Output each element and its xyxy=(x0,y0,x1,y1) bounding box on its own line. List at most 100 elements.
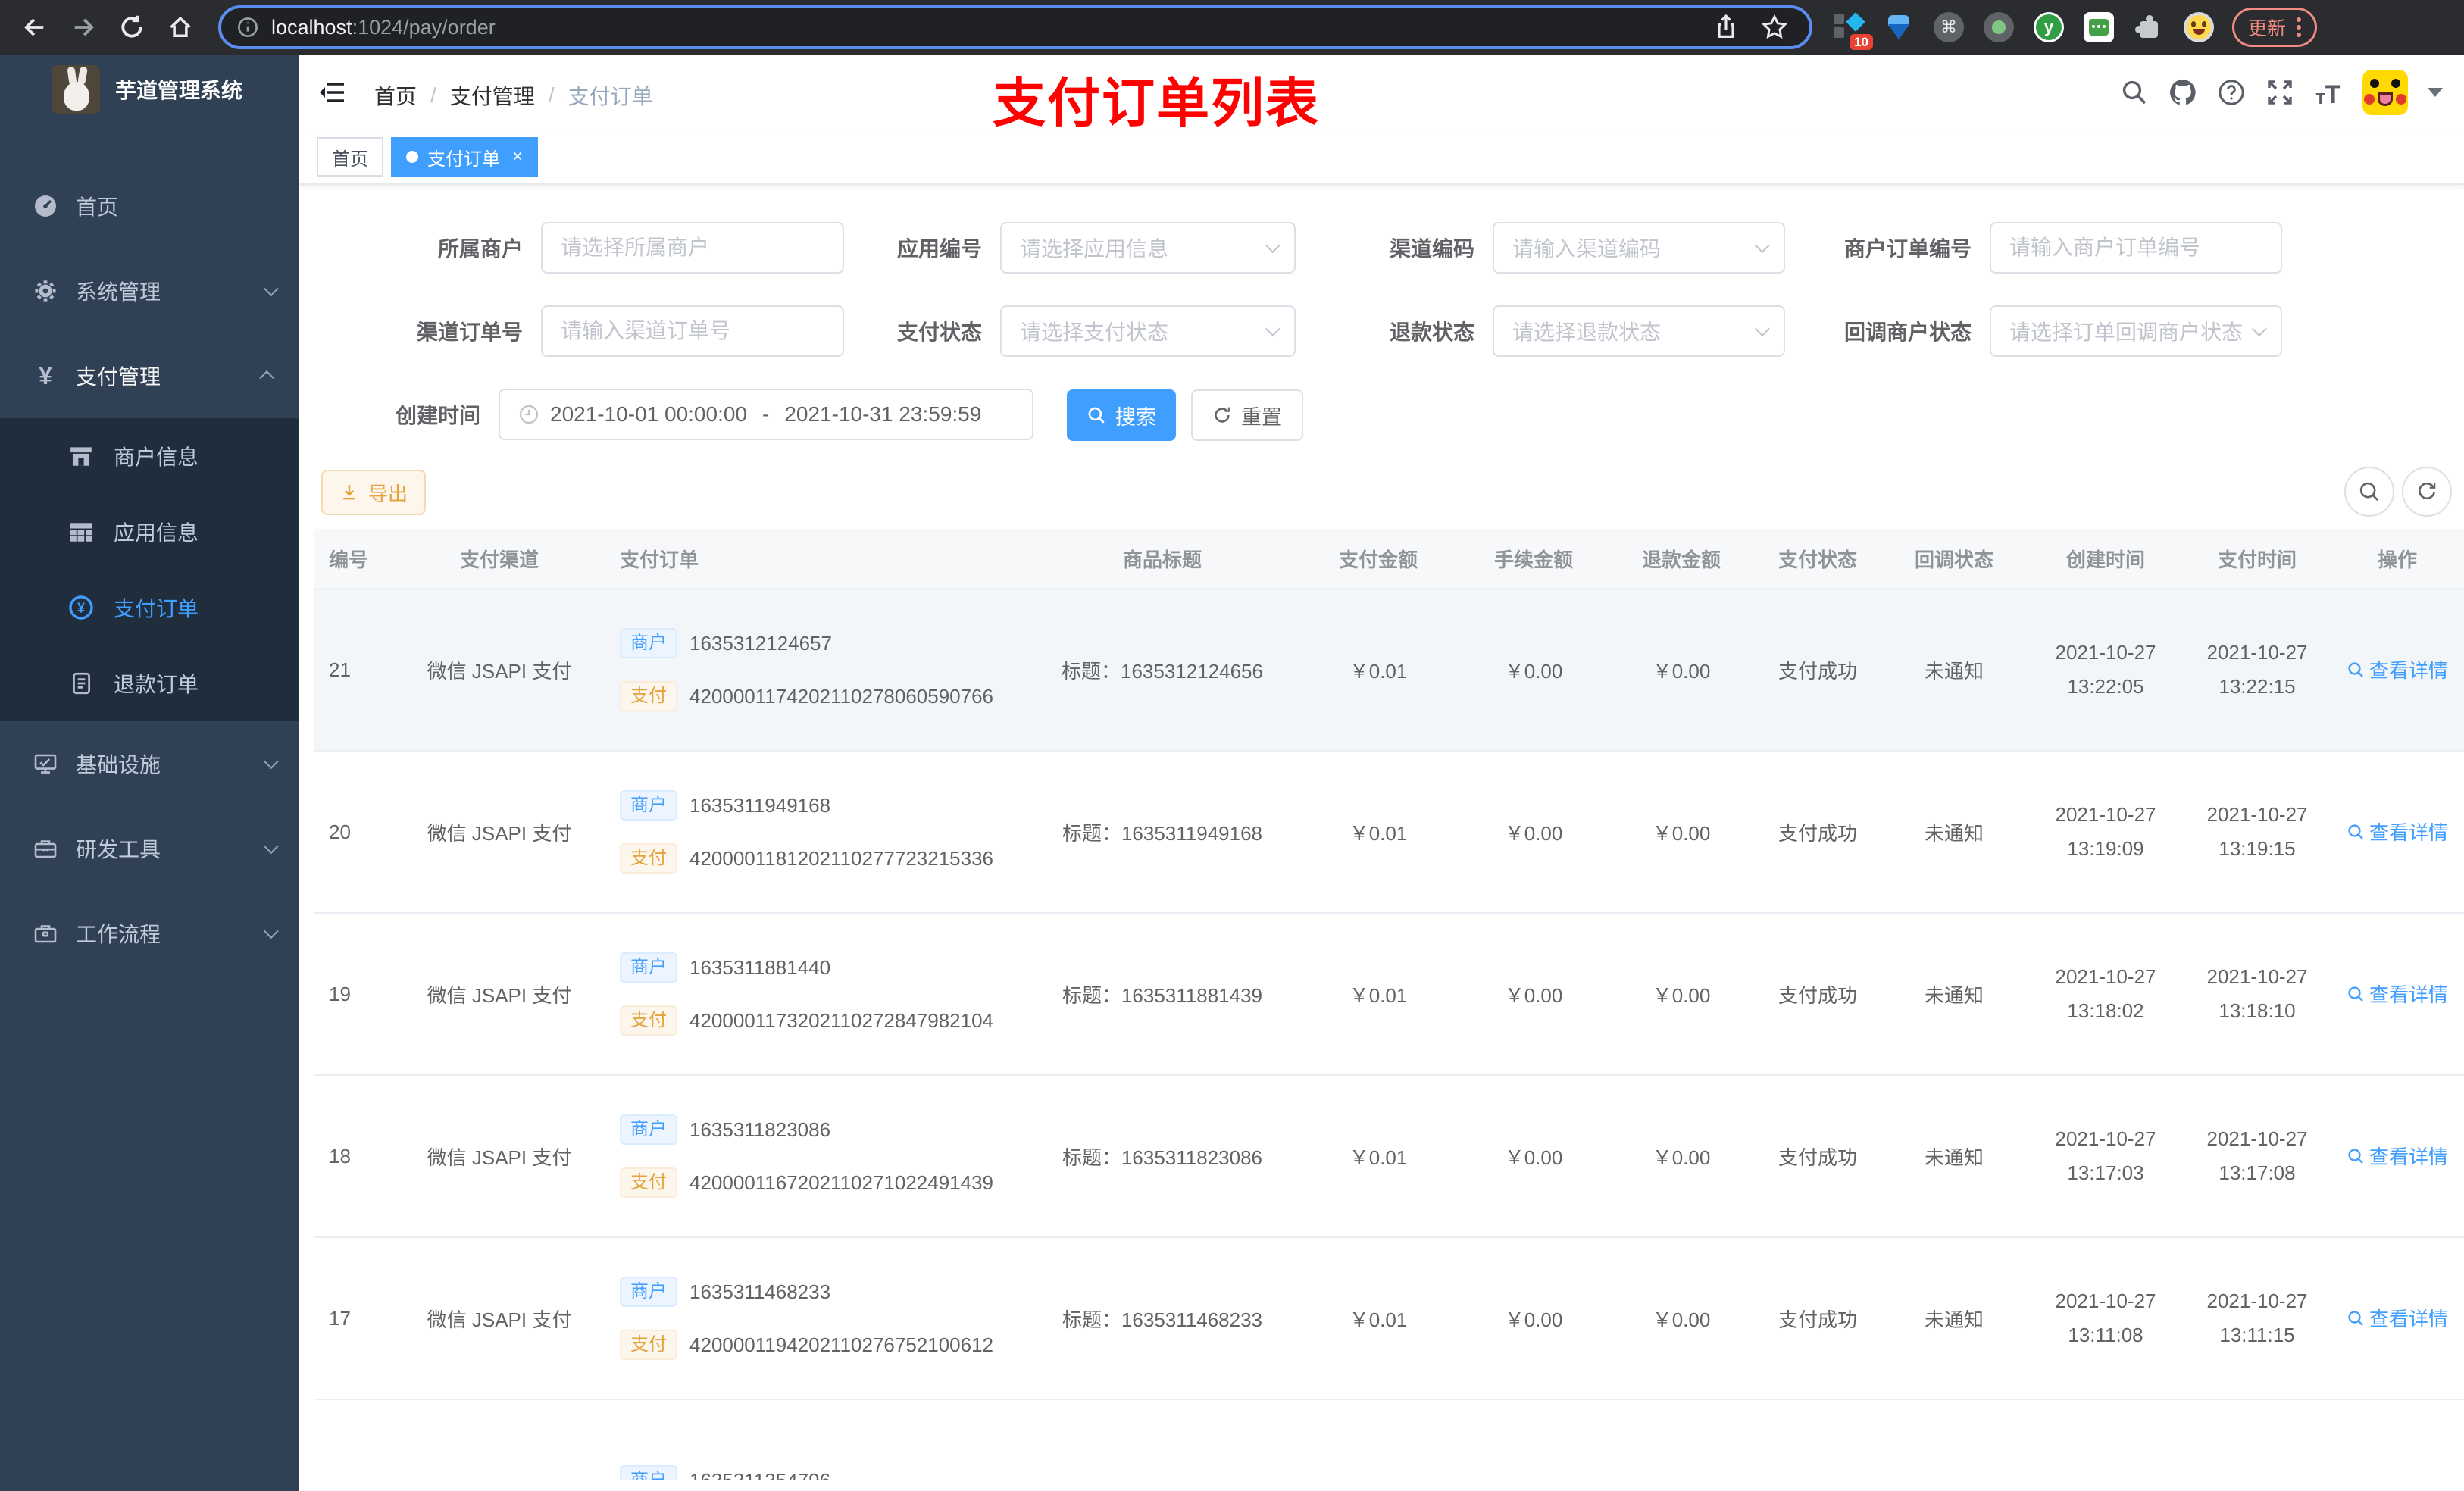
create-time-range-picker[interactable]: 2021-10-01 00:00:00 - 2021-10-31 23:59:5… xyxy=(499,389,1033,440)
search-icon[interactable] xyxy=(2120,78,2149,107)
avatar-caret-down-icon[interactable] xyxy=(2428,88,2443,97)
cell-channel: 微信 JSAPI 支付 xyxy=(427,659,572,683)
share-icon[interactable] xyxy=(1712,14,1740,41)
info-icon[interactable] xyxy=(236,16,259,39)
app-logo[interactable]: 芋道管理系统 xyxy=(0,55,299,124)
fullscreen-icon[interactable] xyxy=(2265,78,2294,107)
dot-extension-icon[interactable] xyxy=(1984,12,2014,42)
cell-id: 20 xyxy=(329,820,351,843)
sidebar-item-dev-tools[interactable]: 研发工具 xyxy=(0,806,299,891)
sidebar-item-home[interactable]: 首页 xyxy=(0,164,299,248)
cell-refund: ￥0.00 xyxy=(1652,659,1711,683)
sidebar-fold-icon[interactable] xyxy=(318,79,346,106)
merchant-tag: 商户 xyxy=(620,1114,677,1145)
cell-channel: 微信 JSAPI 支付 xyxy=(427,1308,572,1331)
yen-icon: ¥ xyxy=(39,362,52,389)
view-detail-icon xyxy=(2348,986,2363,1002)
filter-label: 退款状态 xyxy=(1389,320,1474,344)
command-extension-icon[interactable]: ⌘ xyxy=(1934,12,1964,42)
breadcrumb-home[interactable]: 首页 xyxy=(374,80,417,111)
cell-create-time: 2021-10-27 13:18:02 xyxy=(2055,964,2156,1023)
font-size-icon[interactable]: TT xyxy=(2314,78,2343,108)
app-title: 芋道管理系统 xyxy=(115,79,243,102)
table-toolbar: 导出 xyxy=(299,456,2464,529)
sidebar-item-pay[interactable]: ¥ 支付管理 xyxy=(0,333,299,418)
cell-id: 19 xyxy=(329,982,351,1005)
table-row[interactable]: 商户 1635311354796 xyxy=(314,1400,2464,1480)
tag-home[interactable]: 首页 xyxy=(317,137,383,177)
view-detail-link[interactable]: 查看详情 xyxy=(2347,980,2448,1008)
filter-label: 应用编号 xyxy=(896,237,982,261)
document-icon xyxy=(68,670,94,696)
cell-create-time: 2021-10-27 13:11:08 xyxy=(2055,1289,2156,1347)
breadcrumb-pay[interactable]: 支付管理 xyxy=(450,80,535,111)
sidebar-item-app-info[interactable]: 应用信息 xyxy=(0,494,299,570)
tag-close-icon[interactable]: × xyxy=(512,146,523,167)
emoji-profile-icon[interactable] xyxy=(2184,12,2214,42)
y-extension-icon[interactable]: y xyxy=(2034,12,2064,42)
table-header-row: 编号 支付渠道 支付订单 商品标题 支付金额 手续金额 退款金额 支付状态 回调… xyxy=(314,529,2464,589)
sidebar-item-merchant-info[interactable]: 商户信息 xyxy=(0,418,299,494)
github-icon[interactable] xyxy=(2169,78,2197,107)
browser-menu-kebab-icon[interactable] xyxy=(2297,17,2302,37)
breadcrumb-current: 支付订单 xyxy=(568,85,653,108)
table-row[interactable]: 18 微信 JSAPI 支付 商户 1635311823086 支付 4200001… xyxy=(314,1076,2464,1238)
table-row[interactable]: 21 微信 JSAPI 支付 商户 1635312124657 支付 4200001… xyxy=(314,589,2464,752)
help-icon[interactable] xyxy=(2217,78,2246,107)
back-icon[interactable] xyxy=(21,14,48,41)
user-avatar[interactable] xyxy=(2362,70,2408,115)
annotation-title: 支付订单列表 xyxy=(993,73,1320,133)
cell-pay-order: 商户 1635312124657 支付 4200001174202110278060… xyxy=(602,628,1026,711)
reload-icon[interactable] xyxy=(118,14,145,41)
sidebar-item-infrastructure[interactable]: 基础设施 xyxy=(0,721,299,806)
home-icon[interactable] xyxy=(167,14,194,41)
chrome-update-button[interactable]: 更新 xyxy=(2232,8,2318,47)
search-icon xyxy=(1088,407,1105,424)
filter-label: 回调商户状态 xyxy=(1843,320,1972,344)
filter-label: 支付状态 xyxy=(896,320,982,344)
url-path: :1024/pay/order xyxy=(352,15,496,39)
cell-notify: 未通知 xyxy=(1924,1308,1984,1331)
grid-icon xyxy=(68,519,94,545)
merchant-order-no-input[interactable] xyxy=(1990,222,2282,274)
main-area: 首页 / 支付管理 / 支付订单 支付订单列表 TT 首页 支付订单 × 所属商… xyxy=(299,55,2464,1491)
sidebar-item-system[interactable]: 系统管理 xyxy=(0,248,299,333)
view-detail-link[interactable]: 查看详情 xyxy=(2347,1142,2448,1170)
view-detail-link[interactable]: 查看详情 xyxy=(2347,817,2448,846)
notify-status-select[interactable]: 请选择订单回调商户状态 xyxy=(1990,305,2282,357)
cell-id: 17 xyxy=(329,1306,351,1330)
export-button[interactable]: 导出 xyxy=(321,470,427,515)
toolbox-icon xyxy=(33,836,58,861)
filter-label: 所属商户 xyxy=(437,237,523,261)
view-detail-link[interactable]: 查看详情 xyxy=(2347,655,2448,683)
cell-notify: 未通知 xyxy=(1924,983,1984,1007)
forward-icon[interactable] xyxy=(70,14,97,41)
gem-extension-icon[interactable] xyxy=(1884,12,1914,42)
sidebar-item-pay-order[interactable]: ¥ 支付订单 xyxy=(0,570,299,645)
table-row[interactable]: 20 微信 JSAPI 支付 商户 1635311949168 支付 4200001… xyxy=(314,752,2464,914)
chevron-down-icon xyxy=(263,281,279,297)
chat-extension-icon[interactable] xyxy=(2084,12,2114,42)
shop-icon xyxy=(68,443,94,469)
view-detail-icon xyxy=(2348,662,2363,677)
reset-button[interactable]: 重置 xyxy=(1191,389,1303,441)
tag-pay-order[interactable]: 支付订单 × xyxy=(391,137,539,177)
table-row[interactable]: 19 微信 JSAPI 支付 商户 1635311881440 支付 4200001… xyxy=(314,914,2464,1076)
sidebar-item-refund-order[interactable]: 退款订单 xyxy=(0,645,299,721)
url-bar[interactable]: localhost:1024/pay/order xyxy=(218,5,1812,49)
cell-refund: ￥0.00 xyxy=(1652,1308,1711,1331)
star-icon[interactable] xyxy=(1761,14,1788,41)
puzzle-extensions-icon[interactable] xyxy=(2134,12,2164,42)
show-search-button[interactable] xyxy=(2344,467,2394,517)
table-row[interactable]: 17 微信 JSAPI 支付 商户 1635311468233 支付 4200001… xyxy=(314,1238,2464,1400)
search-button[interactable]: 搜索 xyxy=(1067,389,1176,441)
dashboard-icon xyxy=(33,194,58,218)
view-detail-link[interactable]: 查看详情 xyxy=(2347,1304,2448,1332)
refresh-table-button[interactable] xyxy=(2402,467,2452,517)
merchant-tag: 商户 xyxy=(620,1465,677,1480)
tag-label: 支付订单 xyxy=(427,148,500,170)
extension-pinned-icon[interactable]: 10 xyxy=(1834,12,1873,50)
cell-fee: ￥0.00 xyxy=(1504,1308,1563,1331)
sidebar-item-workflow[interactable]: 工作流程 xyxy=(0,891,299,976)
cell-pay-order: 商户 1635311354796 xyxy=(602,1465,1026,1480)
